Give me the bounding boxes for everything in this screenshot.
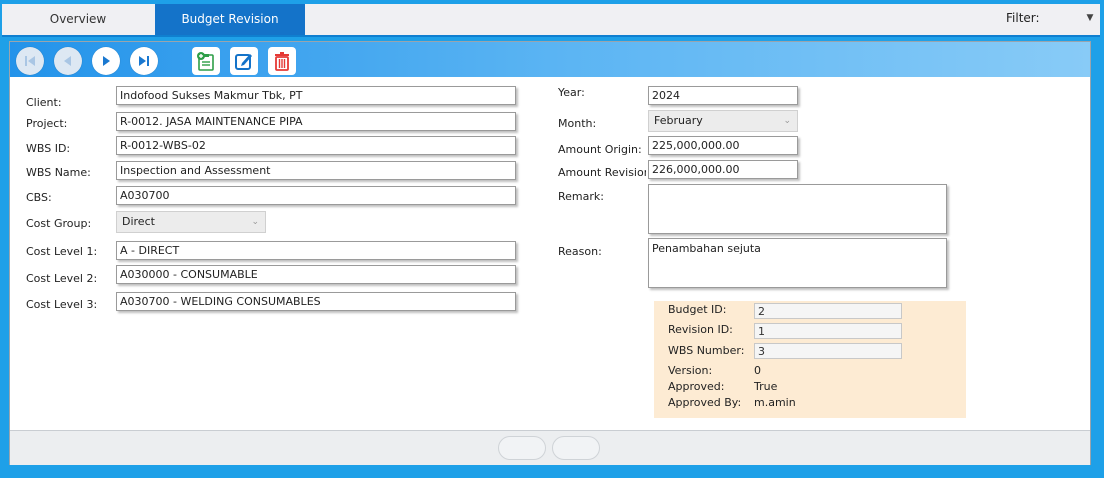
month-value: February [654,114,703,127]
month-label: Month: [558,117,597,130]
chevron-down-icon: ⌄ [251,217,259,227]
revision-id-field: 1 [754,323,902,339]
project-label: Project: [26,117,68,130]
wbs-number-field: 3 [754,343,902,359]
delete-button[interactable] [268,47,296,75]
project-field[interactable]: R-0012. JASA MAINTENANCE PIPA [116,112,516,131]
version-value: 0 [754,364,761,377]
footer-button-right[interactable] [552,436,600,460]
last-record-icon [139,56,149,66]
cbs-label: CBS: [26,191,52,204]
cost-group-value: Direct [122,215,155,228]
approved-value: True [754,380,778,393]
cost-level-3-label: Cost Level 3: [26,298,98,311]
approved-by-label: Approved By: [668,396,742,409]
approved-by-value: m.amin [754,396,796,409]
revision-id-label: Revision ID: [668,323,733,336]
month-select[interactable]: February ⌄ [648,110,798,132]
budget-id-field: 2 [754,303,902,319]
filter-dropdown-icon[interactable]: ▼ [1084,10,1096,26]
previous-record-icon [64,56,71,66]
year-field[interactable]: 2024 [648,86,798,105]
cbs-field[interactable]: A030700 [116,186,516,205]
approved-label: Approved: [668,380,725,393]
tab-overview[interactable]: Overview [2,4,154,35]
amount-origin-label: Amount Origin: [558,143,642,156]
cost-level-1-field[interactable]: A - DIRECT [116,241,516,260]
wbs-name-field[interactable]: Inspection and Assessment [116,161,516,180]
tab-bar: Overview Budget Revision Filter: ▼ [2,4,1100,37]
remark-label: Remark: [558,190,604,203]
client-field[interactable]: Indofood Sukses Makmur Tbk, PT [116,86,516,105]
wbs-id-label: WBS ID: [26,142,71,155]
reason-label: Reason: [558,245,602,258]
wbs-id-field[interactable]: R-0012-WBS-02 [116,136,516,155]
amount-revision-label: Amount Revision [558,166,646,179]
remark-field[interactable] [648,184,947,234]
cost-level-3-field[interactable]: A030700 - WELDING CONSUMABLES [116,292,516,311]
footer-bar [10,430,1090,465]
footer-button-left[interactable] [498,436,546,460]
wbs-number-label: WBS Number: [668,344,745,357]
year-label: Year: [558,86,585,99]
chevron-down-icon: ⌄ [783,116,791,126]
trash-icon [275,52,289,71]
filter-label: Filter: [1006,11,1040,25]
edit-button[interactable] [230,47,258,75]
version-label: Version: [668,364,713,377]
cost-group-label: Cost Group: [26,217,92,230]
tab-budget-revision[interactable]: Budget Revision [155,4,305,35]
add-button[interactable] [192,47,220,75]
last-record-button[interactable] [130,47,158,75]
amount-revision-field[interactable]: 226,000,000.00 [648,160,798,179]
add-document-icon [197,52,214,71]
revision-form: Client: Indofood Sukses Makmur Tbk, PT P… [10,77,1090,430]
first-record-button[interactable] [16,47,44,75]
budget-id-label: Budget ID: [668,303,727,316]
budget-revision-panel: Client: Indofood Sukses Makmur Tbk, PT P… [9,41,1091,465]
next-record-button[interactable] [92,47,120,75]
reason-field[interactable]: Penambahan sejuta [648,238,947,288]
cost-level-2-label: Cost Level 2: [26,272,98,285]
client-label: Client: [26,96,62,109]
first-record-icon [25,56,35,66]
previous-record-button[interactable] [54,47,82,75]
cost-level-2-field[interactable]: A030000 - CONSUMABLE [116,265,516,284]
wbs-name-label: WBS Name: [26,166,91,179]
cost-level-1-label: Cost Level 1: [26,245,98,258]
revision-info-box: Budget ID: 2 Revision ID: 1 WBS Number: … [654,301,966,418]
next-record-icon [103,56,110,66]
edit-icon [235,54,252,70]
cost-group-select[interactable]: Direct ⌄ [116,211,266,233]
toolbar [10,42,1090,77]
amount-origin-field[interactable]: 225,000,000.00 [648,136,798,155]
